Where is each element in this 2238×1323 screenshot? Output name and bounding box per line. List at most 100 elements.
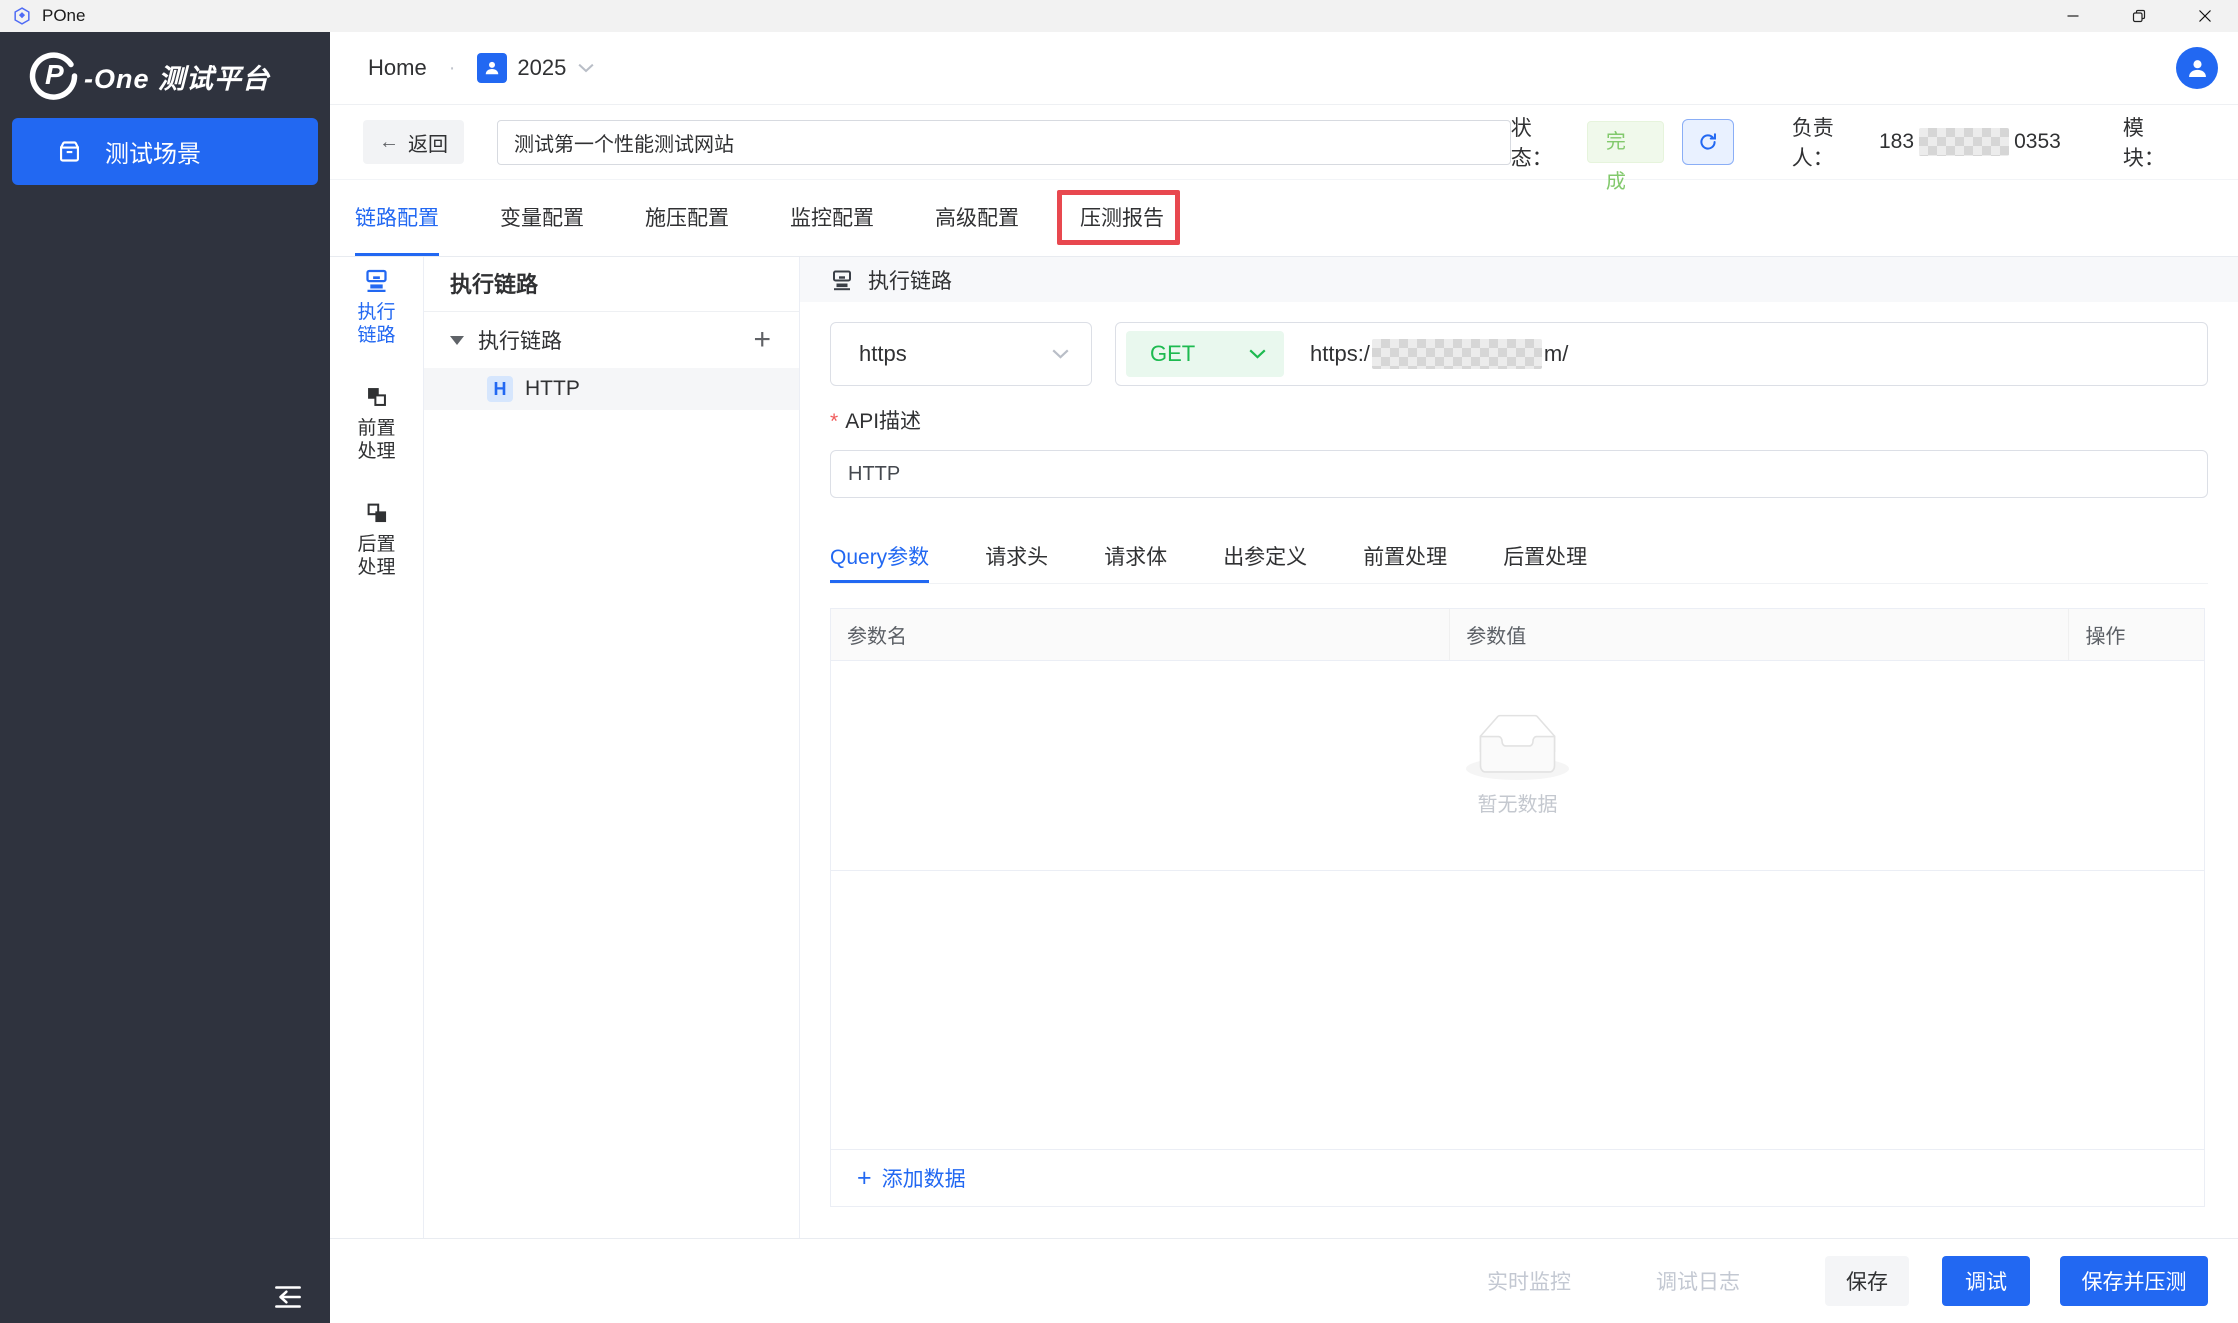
- column-header-actions: 操作: [2069, 609, 2204, 660]
- api-desc-label: *API描述: [830, 405, 921, 435]
- subtab-output-params[interactable]: 出参定义: [1223, 532, 1307, 583]
- main-area: Home · 2025 ← 返回 状态： 完成: [330, 32, 2238, 1323]
- subtab-pre-process[interactable]: 前置处理: [1363, 532, 1447, 583]
- project-avatar: [477, 53, 507, 83]
- request-subtabs: Query参数 请求头 请求体 出参定义 前置处理 后置处理: [830, 532, 2208, 584]
- url-input[interactable]: https:/ m/: [1310, 339, 1568, 369]
- debug-button[interactable]: 调试: [1942, 1256, 2030, 1306]
- breadcrumb-home[interactable]: Home: [368, 55, 427, 81]
- method-value: GET: [1150, 341, 1195, 367]
- status-label: 状态：: [1511, 112, 1573, 172]
- app-header: Home · 2025: [330, 32, 2238, 105]
- window-controls: [2040, 0, 2238, 32]
- breadcrumb-project[interactable]: 2025: [517, 55, 566, 81]
- collapse-sidebar-button[interactable]: [270, 1279, 306, 1315]
- menu-fold-icon: [270, 1279, 306, 1315]
- chevron-down-icon: [1249, 349, 1266, 359]
- method-select[interactable]: GET: [1126, 331, 1284, 377]
- caret-down-icon[interactable]: [450, 336, 464, 345]
- scene-box-icon: [56, 138, 83, 165]
- breadcrumb-separator: ·: [449, 57, 456, 80]
- owner-field: 负责人： 183 0353: [1792, 112, 2061, 172]
- url-input-group: GET https:/ m/: [1115, 322, 2208, 386]
- tab-pressure-report[interactable]: 压测报告: [1080, 180, 1164, 256]
- post-process-icon: [363, 499, 390, 526]
- owner-phone-suffix: 0353: [2014, 130, 2061, 154]
- debug-log-link[interactable]: 调试日志: [1656, 1266, 1740, 1296]
- protocol-select[interactable]: https: [830, 322, 1092, 386]
- protocol-value: https: [859, 341, 907, 367]
- window-title: POne: [42, 6, 85, 26]
- save-button[interactable]: 保存: [1825, 1256, 1909, 1306]
- back-button-label: 返回: [408, 128, 448, 157]
- url-suffix: m/: [1544, 341, 1568, 367]
- add-data-row-button[interactable]: + 添加数据: [831, 1149, 2204, 1206]
- step-rail: 执行 链路 前置 处理 后置 处理: [330, 257, 424, 1238]
- brand-logo-text: -One 测试平台: [84, 57, 270, 96]
- scene-name-input[interactable]: [497, 120, 1511, 165]
- sidebar: P -One 测试平台 测试场景: [0, 32, 330, 1323]
- rail-item-execute-link[interactable]: 执行 链路: [357, 267, 395, 347]
- app-window: POne P -One 测试平台: [0, 0, 2238, 1323]
- table-header-row: 参数名 参数值 操作: [831, 609, 2204, 661]
- sidebar-item-label: 测试场景: [105, 134, 201, 169]
- brand-logo: P -One 测试平台: [0, 32, 330, 102]
- rail-label: 执行: [357, 301, 395, 324]
- rail-label: 处理: [357, 440, 395, 463]
- subtab-request-body[interactable]: 请求体: [1104, 532, 1167, 583]
- plus-icon: +: [857, 1166, 872, 1191]
- refresh-status-button[interactable]: [1682, 119, 1733, 165]
- back-button[interactable]: ← 返回: [363, 120, 464, 164]
- rail-label: 处理: [357, 556, 395, 579]
- subtab-request-headers[interactable]: 请求头: [985, 532, 1048, 583]
- user-icon: [482, 58, 502, 78]
- app-cube-logo-icon: [12, 6, 32, 26]
- rail-label: 后置: [357, 533, 395, 556]
- brand-logo-letter: P: [45, 59, 64, 91]
- tab-variable-config[interactable]: 变量配置: [500, 180, 584, 256]
- realtime-monitor-link[interactable]: 实时监控: [1487, 1266, 1571, 1296]
- tab-link-config[interactable]: 链路配置: [355, 180, 439, 256]
- close-button[interactable]: [2172, 0, 2238, 32]
- url-prefix: https:/: [1310, 341, 1370, 367]
- tree-panel-title: 执行链路: [424, 257, 799, 312]
- project-chevron-down-icon[interactable]: [578, 63, 594, 73]
- add-node-button[interactable]: +: [753, 325, 771, 355]
- execute-link-icon: [363, 267, 390, 294]
- table-empty-state: 暂无数据: [831, 661, 2204, 871]
- owner-phone-prefix: 183: [1879, 130, 1914, 154]
- refresh-icon: [1697, 131, 1719, 153]
- module-label: 模块：: [2123, 112, 2185, 172]
- editor-header-title: 执行链路: [868, 265, 952, 295]
- window-titlebar: POne: [0, 0, 2238, 32]
- rail-label: 前置: [357, 417, 395, 440]
- tree-root-label: 执行链路: [478, 325, 562, 355]
- add-data-label: 添加数据: [882, 1163, 966, 1193]
- footer-action-bar: 实时监控 调试日志 保存 调试 保存并压测: [330, 1238, 2238, 1323]
- tree-root-node[interactable]: 执行链路 +: [424, 312, 799, 368]
- subtab-post-process[interactable]: 后置处理: [1503, 532, 1587, 583]
- rail-item-pre-process[interactable]: 前置 处理: [357, 383, 395, 463]
- tree-node-http[interactable]: H HTTP: [424, 368, 799, 410]
- api-desc-label-text: API描述: [845, 410, 921, 433]
- save-and-test-button[interactable]: 保存并压测: [2060, 1256, 2208, 1306]
- rail-item-post-process[interactable]: 后置 处理: [357, 499, 395, 579]
- restore-button[interactable]: [2106, 0, 2172, 32]
- tab-advanced-config[interactable]: 高级配置: [935, 180, 1019, 256]
- sidebar-item-test-scene[interactable]: 测试场景: [12, 118, 318, 185]
- content-area: 执行 链路 前置 处理 后置 处理: [330, 257, 2238, 1238]
- rail-label: 链路: [357, 324, 395, 347]
- subtab-query-params[interactable]: Query参数: [830, 532, 929, 583]
- execute-link-icon: [830, 268, 854, 292]
- editor-header: 执行链路: [800, 257, 2238, 302]
- api-desc-input[interactable]: [830, 450, 2208, 498]
- http-badge: H: [487, 376, 513, 402]
- config-tabs: 链路配置 变量配置 施压配置 监控配置 高级配置 压测报告: [330, 180, 2238, 257]
- account-avatar[interactable]: [2176, 47, 2218, 89]
- tab-monitor-config[interactable]: 监控配置: [790, 180, 874, 256]
- tab-pressure-config[interactable]: 施压配置: [645, 180, 729, 256]
- empty-inbox-icon: [1466, 714, 1569, 780]
- minimize-button[interactable]: [2040, 0, 2106, 32]
- column-header-param-name: 参数名: [831, 609, 1450, 660]
- owner-label: 负责人：: [1792, 112, 1874, 172]
